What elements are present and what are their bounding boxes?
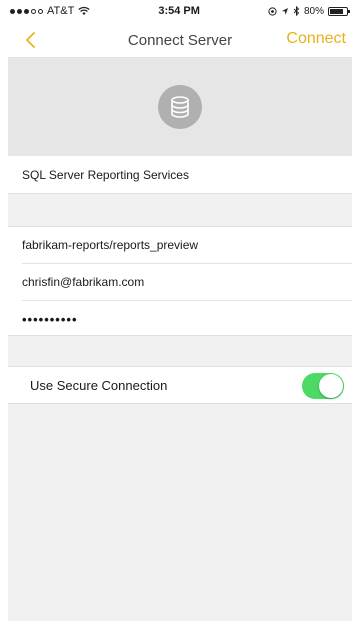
wifi-icon (78, 6, 90, 15)
battery-percent: 80% (303, 5, 324, 17)
server-type-label: SQL Server Reporting Services (22, 167, 189, 182)
database-icon (158, 85, 202, 129)
server-icon-header (8, 58, 352, 156)
username-input[interactable] (22, 264, 348, 300)
secure-connection-label: Use Secure Connection (30, 377, 168, 393)
phone-screen: AT&T 3:54 PM 80% Connect Server Connect … (8, 0, 352, 621)
carrier-name: AT&T (47, 5, 75, 17)
toggle-knob (319, 374, 343, 398)
section-spacer (8, 194, 352, 226)
arrow-icon (281, 7, 288, 15)
credentials-group: •••••••••• (8, 226, 352, 336)
status-bar: AT&T 3:54 PM 80% (8, 0, 352, 22)
bluetooth-icon (293, 6, 300, 16)
server-type-selector[interactable]: SQL Server Reporting Services (8, 156, 352, 194)
navigation-bar: Connect Server Connect (8, 22, 352, 58)
password-input[interactable]: •••••••••• (22, 301, 348, 337)
back-chevron-icon[interactable] (24, 30, 38, 50)
signal-icon (10, 8, 43, 14)
battery-fill (329, 8, 343, 14)
secure-connection-row: Use Secure Connection (8, 366, 352, 404)
secure-connection-toggle[interactable] (302, 373, 344, 399)
server-address-input[interactable] (22, 227, 348, 263)
status-time: 3:54 PM (158, 5, 200, 17)
connect-button[interactable]: Connect (286, 30, 346, 48)
empty-area (8, 404, 352, 621)
location-icon (268, 6, 277, 16)
battery-icon (327, 6, 350, 16)
section-spacer (8, 336, 352, 366)
